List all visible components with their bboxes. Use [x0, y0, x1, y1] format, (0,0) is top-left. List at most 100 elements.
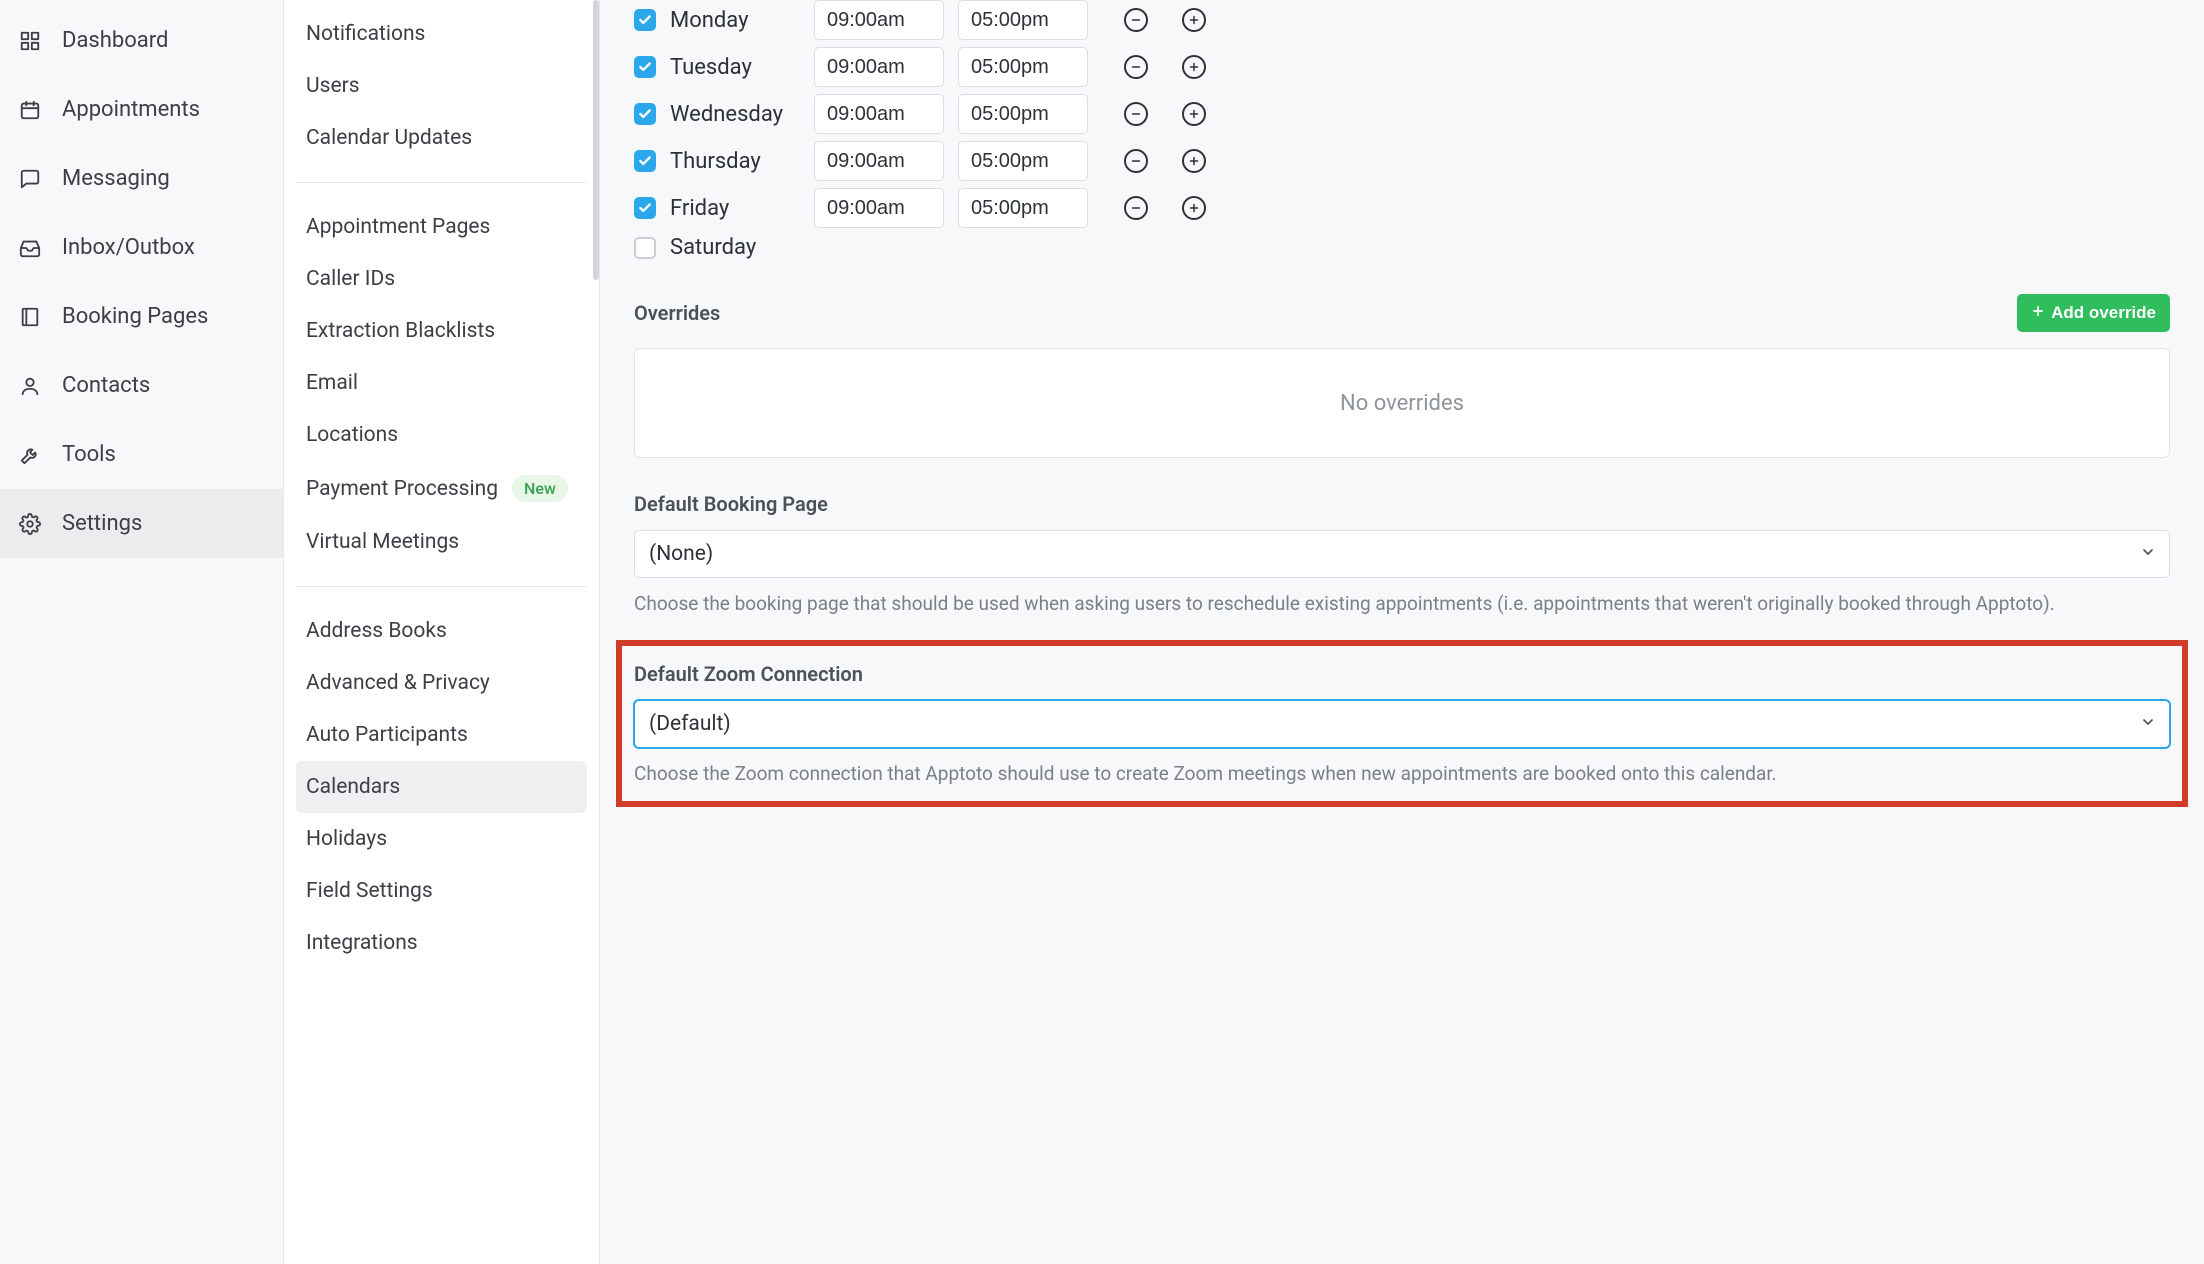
settings-item-label: Calendars: [306, 775, 400, 799]
remove-slot-button[interactable]: [1124, 196, 1148, 220]
schedule-row-tuesday: Tuesday: [634, 47, 2170, 87]
remove-slot-button[interactable]: [1124, 149, 1148, 173]
settings-item-auto-participants[interactable]: Auto Participants: [296, 709, 587, 761]
schedule-row-wednesday: Wednesday: [634, 94, 2170, 134]
settings-item-field-settings[interactable]: Field Settings: [296, 865, 587, 917]
start-time-input[interactable]: [814, 94, 944, 134]
settings-item-label: Appointment Pages: [306, 215, 490, 239]
day-checkbox[interactable]: [634, 237, 656, 259]
day-checkbox[interactable]: [634, 9, 656, 31]
start-time-input[interactable]: [814, 47, 944, 87]
default-booking-page-help: Choose the booking page that should be u…: [634, 590, 2170, 618]
scrollbar-thumb[interactable]: [593, 0, 599, 280]
settings-item-appointment-pages[interactable]: Appointment Pages: [296, 201, 587, 253]
day-checkbox[interactable]: [634, 56, 656, 78]
remove-slot-button[interactable]: [1124, 102, 1148, 126]
start-time-input[interactable]: [814, 0, 944, 40]
settings-item-label: Locations: [306, 423, 398, 447]
default-booking-page-value: (None): [649, 542, 713, 566]
sidebar-item-contacts[interactable]: Contacts: [0, 351, 283, 420]
remove-slot-button[interactable]: [1124, 55, 1148, 79]
settings-item-calendars[interactable]: Calendars: [296, 761, 587, 813]
settings-item-address-books[interactable]: Address Books: [296, 605, 587, 657]
sidebar-item-label: Dashboard: [62, 28, 168, 53]
settings-item-advanced-privacy[interactable]: Advanced & Privacy: [296, 657, 587, 709]
settings-item-label: Notifications: [306, 22, 425, 46]
end-time-input[interactable]: [958, 94, 1088, 134]
user-icon: [18, 374, 42, 398]
day-label: Saturday: [670, 235, 800, 260]
settings-item-extraction-blacklists[interactable]: Extraction Blacklists: [296, 305, 587, 357]
sidebar-item-appointments[interactable]: Appointments: [0, 75, 283, 144]
inbox-icon: [18, 236, 42, 260]
settings-item-label: Caller IDs: [306, 267, 395, 291]
settings-item-label: Auto Participants: [306, 723, 468, 747]
add-slot-button[interactable]: [1182, 102, 1206, 126]
sidebar-item-label: Contacts: [62, 373, 150, 398]
schedule-section: Monday Tuesday Wednesday Thursday Friday Satu…: [634, 0, 2170, 260]
settings-item-holidays[interactable]: Holidays: [296, 813, 587, 865]
end-time-input[interactable]: [958, 188, 1088, 228]
add-slot-button[interactable]: [1182, 55, 1206, 79]
settings-item-virtual-meetings[interactable]: Virtual Meetings: [296, 516, 587, 568]
remove-slot-button[interactable]: [1124, 8, 1148, 32]
start-time-input[interactable]: [814, 141, 944, 181]
settings-item-label: Extraction Blacklists: [306, 319, 495, 343]
highlighted-zoom-section: Default Zoom Connection (Default) Choose…: [616, 640, 2188, 808]
settings-item-label: Email: [306, 371, 358, 395]
settings-item-label: Payment Processing: [306, 477, 498, 501]
scrollbar[interactable]: [591, 0, 599, 1264]
settings-item-caller-ids[interactable]: Caller IDs: [296, 253, 587, 305]
add-slot-button[interactable]: [1182, 8, 1206, 32]
sidebar-item-settings[interactable]: Settings: [0, 489, 283, 558]
schedule-row-thursday: Thursday: [634, 141, 2170, 181]
sidebar-item-label: Settings: [62, 511, 142, 536]
settings-item-locations[interactable]: Locations: [296, 409, 587, 461]
message-icon: [18, 167, 42, 191]
plus-icon: [2031, 303, 2045, 323]
settings-item-email[interactable]: Email: [296, 357, 587, 409]
settings-sidebar: Notifications Users Calendar Updates Appoin…: [284, 0, 600, 1264]
settings-item-payment-processing[interactable]: Payment Processing New: [296, 461, 587, 516]
gear-icon: [18, 512, 42, 536]
settings-item-label: Virtual Meetings: [306, 530, 459, 554]
settings-item-label: Users: [306, 74, 360, 98]
settings-item-calendar-updates[interactable]: Calendar Updates: [296, 112, 587, 164]
sidebar-item-messaging[interactable]: Messaging: [0, 144, 283, 213]
start-time-input[interactable]: [814, 188, 944, 228]
sidebar-item-label: Tools: [62, 442, 116, 467]
grid-icon: [18, 29, 42, 53]
day-label: Tuesday: [670, 55, 800, 80]
sidebar-item-dashboard[interactable]: Dashboard: [0, 6, 283, 75]
day-label: Monday: [670, 8, 800, 33]
new-badge: New: [512, 475, 568, 502]
settings-item-notifications[interactable]: Notifications: [296, 8, 587, 60]
add-override-label: Add override: [2051, 303, 2156, 323]
add-override-button[interactable]: Add override: [2017, 294, 2170, 332]
end-time-input[interactable]: [958, 47, 1088, 87]
sidebar-item-booking-pages[interactable]: Booking Pages: [0, 282, 283, 351]
sidebar-item-tools[interactable]: Tools: [0, 420, 283, 489]
settings-item-integrations[interactable]: Integrations: [296, 917, 587, 969]
sidebar-item-label: Appointments: [62, 97, 200, 122]
settings-item-users[interactable]: Users: [296, 60, 587, 112]
default-booking-page-title: Default Booking Page: [634, 492, 2170, 516]
sidebar-item-inbox-outbox[interactable]: Inbox/Outbox: [0, 213, 283, 282]
day-checkbox[interactable]: [634, 197, 656, 219]
settings-item-label: Address Books: [306, 619, 447, 643]
sidebar-item-label: Booking Pages: [62, 304, 208, 329]
day-checkbox[interactable]: [634, 103, 656, 125]
settings-item-label: Holidays: [306, 827, 387, 851]
add-slot-button[interactable]: [1182, 149, 1206, 173]
day-checkbox[interactable]: [634, 150, 656, 172]
end-time-input[interactable]: [958, 141, 1088, 181]
default-booking-page-select[interactable]: (None): [634, 530, 2170, 578]
separator: [296, 182, 587, 183]
settings-item-label: Integrations: [306, 931, 418, 955]
settings-item-label: Advanced & Privacy: [306, 671, 490, 695]
default-zoom-select[interactable]: (Default): [634, 700, 2170, 748]
default-zoom-value: (Default): [649, 712, 731, 736]
day-label: Friday: [670, 196, 800, 221]
add-slot-button[interactable]: [1182, 196, 1206, 220]
end-time-input[interactable]: [958, 0, 1088, 40]
